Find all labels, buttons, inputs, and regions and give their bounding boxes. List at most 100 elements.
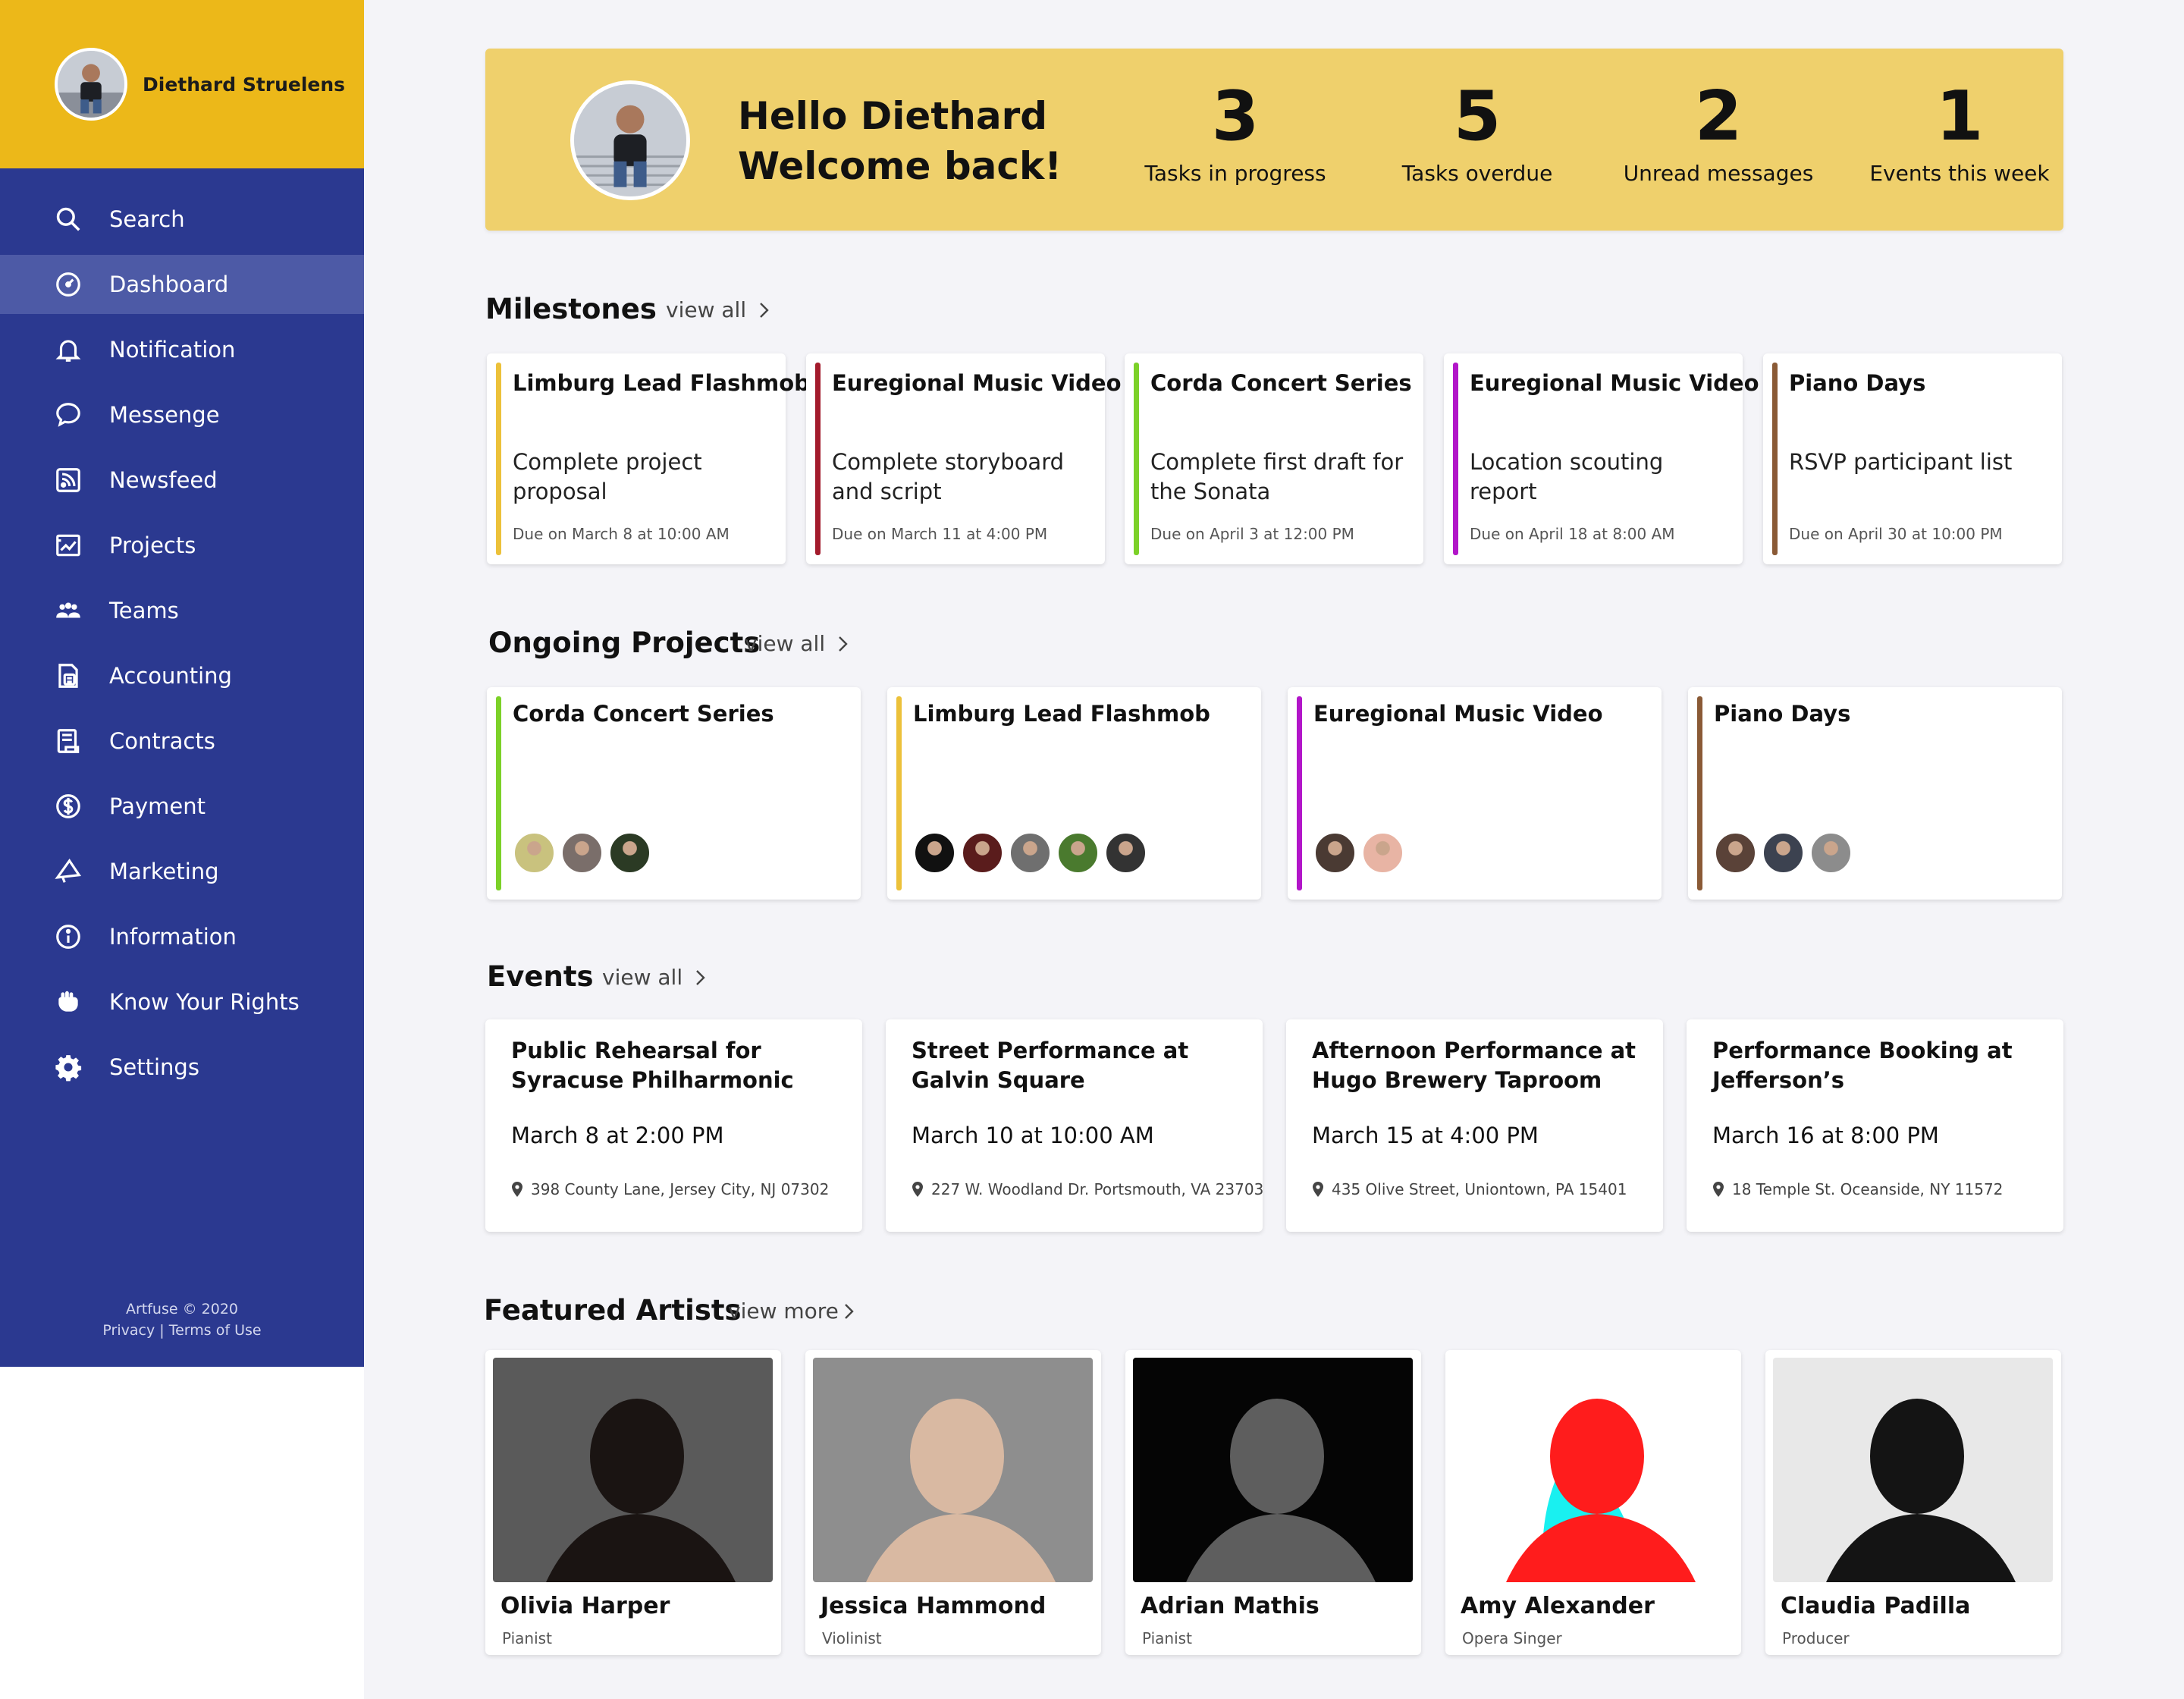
search-icon <box>53 204 83 234</box>
member-avatar[interactable] <box>1762 831 1805 875</box>
artist-card[interactable]: Claudia Padilla Producer <box>1765 1350 2061 1655</box>
member-avatar[interactable] <box>608 831 651 875</box>
milestone-card[interactable]: Corda Concert Series Complete first draf… <box>1125 353 1423 564</box>
nav-label: Teams <box>109 598 179 623</box>
milestone-due: Due on March 11 at 4:00 PM <box>832 525 1048 543</box>
event-location: 18 Temple St. Oceanside, NY 11572 <box>1712 1180 2003 1198</box>
nav-item-know-your-rights[interactable]: Know Your Rights <box>0 972 364 1032</box>
event-card[interactable]: Afternoon Performance at Hugo Brewery Ta… <box>1286 1019 1663 1232</box>
project-members <box>1714 831 1857 875</box>
dollar-icon <box>53 791 83 821</box>
chevron-right-icon <box>839 636 848 652</box>
privacy-link[interactable]: Privacy <box>102 1322 155 1339</box>
nav-item-search[interactable]: Search <box>0 190 364 249</box>
nav-label: Notification <box>109 337 236 363</box>
stat-label: Tasks overdue <box>1401 161 1553 186</box>
welcome-banner: Hello Diethard Welcome back! 3 Tasks in … <box>485 49 2063 231</box>
events-title: Events <box>487 960 594 993</box>
milestone-card[interactable]: Piano Days RSVP participant list Due on … <box>1763 353 2062 564</box>
sidebar: Diethard Struelens Search Dashboard Noti… <box>0 0 364 1367</box>
stat-label: Unread messages <box>1623 161 1814 186</box>
project-card[interactable]: Limburg Lead Flashmob <box>887 687 1261 900</box>
stat-tasks-overdue[interactable]: 5 Tasks overdue <box>1363 79 1591 187</box>
nav-label: Search <box>109 206 185 232</box>
chevron-right-icon <box>760 302 769 318</box>
milestones-view-all-link[interactable]: view all <box>666 297 770 322</box>
event-title: Afternoon Performance at Hugo Brewery Ta… <box>1312 1038 1636 1093</box>
nav-item-messenge[interactable]: Messenge <box>0 385 364 444</box>
nav-label: Know Your Rights <box>109 989 300 1015</box>
member-avatar[interactable] <box>1809 831 1853 875</box>
user-profile[interactable]: Diethard Struelens <box>0 0 364 168</box>
project-card[interactable]: Piano Days <box>1688 687 2062 900</box>
project-card[interactable]: Euregional Music Video <box>1288 687 1662 900</box>
artist-photo[interactable] <box>1133 1358 1413 1582</box>
milestone-card[interactable]: Euregional Music Video Complete storyboa… <box>806 353 1122 564</box>
event-date: March 8 at 2:00 PM <box>511 1123 724 1148</box>
artist-card[interactable]: Jessica Hammond Violinist <box>805 1350 1101 1655</box>
stat-unread-messages[interactable]: 2 Unread messages <box>1605 79 1832 187</box>
chevron-right-icon <box>696 969 705 985</box>
project-color-bar <box>1297 696 1302 890</box>
artist-photo[interactable] <box>493 1358 773 1582</box>
stat-tasks-in-progress[interactable]: 3 Tasks in progress <box>1122 79 1349 187</box>
member-avatar[interactable] <box>1714 831 1757 875</box>
milestone-task: RSVP participant list <box>1789 449 2013 475</box>
milestone-card[interactable]: Limburg Lead Flashmob Complete project p… <box>487 353 810 564</box>
user-avatar[interactable] <box>55 48 127 121</box>
nav-item-teams[interactable]: Teams <box>0 581 364 640</box>
event-card[interactable]: Public Rehearsal for Syracuse Philharmon… <box>485 1019 862 1232</box>
event-card[interactable]: Street Performance at Galvin Square Marc… <box>886 1019 1263 1232</box>
artist-photo[interactable] <box>1453 1358 1733 1582</box>
member-avatar[interactable] <box>560 831 604 875</box>
stat-events-this-week[interactable]: 1 Events this week <box>1846 79 2073 187</box>
artist-card[interactable]: Adrian Mathis Pianist <box>1125 1350 1421 1655</box>
view-all-label: view all <box>602 965 683 990</box>
artist-card[interactable]: Olivia Harper Pianist <box>485 1350 781 1655</box>
nav-item-settings[interactable]: Settings <box>0 1038 364 1097</box>
milestone-color-bar <box>1772 363 1778 555</box>
nav-item-marketing[interactable]: Marketing <box>0 842 364 901</box>
artists-view-more-link[interactable]: view more <box>728 1299 855 1324</box>
artist-photo[interactable] <box>813 1358 1093 1582</box>
member-avatar[interactable] <box>1009 831 1052 875</box>
event-address: 18 Temple St. Oceanside, NY 11572 <box>1732 1180 2004 1198</box>
nav-item-newsfeed[interactable]: Newsfeed <box>0 451 364 510</box>
user-name: Diethard Struelens <box>143 73 346 96</box>
event-title: Performance Booking at Jefferson’s <box>1712 1038 2013 1093</box>
nav-label: Accounting <box>109 663 232 689</box>
nav-item-accounting[interactable]: Accounting <box>0 646 364 705</box>
event-date: March 10 at 10:00 AM <box>912 1123 1154 1148</box>
nav-item-contracts[interactable]: Contracts <box>0 711 364 771</box>
nav-item-notification[interactable]: Notification <box>0 320 364 379</box>
terms-link[interactable]: Terms of Use <box>169 1322 262 1339</box>
nav-item-information[interactable]: Information <box>0 907 364 966</box>
member-avatar[interactable] <box>513 831 556 875</box>
artist-photo[interactable] <box>1773 1358 2053 1582</box>
member-avatar[interactable] <box>1056 831 1100 875</box>
nav-item-projects[interactable]: Projects <box>0 516 364 575</box>
project-members <box>913 831 1152 875</box>
project-color-bar <box>896 696 902 890</box>
project-members <box>1313 831 1409 875</box>
nav-item-payment[interactable]: Payment <box>0 777 364 836</box>
artist-role: Violinist <box>822 1629 882 1647</box>
member-avatar[interactable] <box>961 831 1004 875</box>
nav-item-dashboard[interactable]: Dashboard <box>0 255 364 314</box>
event-card[interactable]: Performance Booking at Jefferson’s March… <box>1687 1019 2063 1232</box>
member-avatar[interactable] <box>913 831 956 875</box>
nav-label: Dashboard <box>109 272 229 297</box>
artist-card[interactable]: Amy Alexander Opera Singer <box>1445 1350 1741 1655</box>
member-avatar[interactable] <box>1104 831 1147 875</box>
milestone-card[interactable]: Euregional Music Video Location scouting… <box>1444 353 1759 564</box>
projects-view-all-link[interactable]: view all <box>745 631 849 656</box>
project-card[interactable]: Corda Concert Series <box>487 687 861 900</box>
bell-icon <box>53 334 83 365</box>
member-avatar[interactable] <box>1313 831 1357 875</box>
project-name: Limburg Lead Flashmob <box>913 701 1210 727</box>
events-view-all-link[interactable]: view all <box>602 965 707 990</box>
event-date: March 15 at 4:00 PM <box>1312 1123 1539 1148</box>
milestone-project: Limburg Lead Flashmob <box>513 370 810 396</box>
milestone-color-bar <box>1134 363 1139 555</box>
member-avatar[interactable] <box>1361 831 1404 875</box>
